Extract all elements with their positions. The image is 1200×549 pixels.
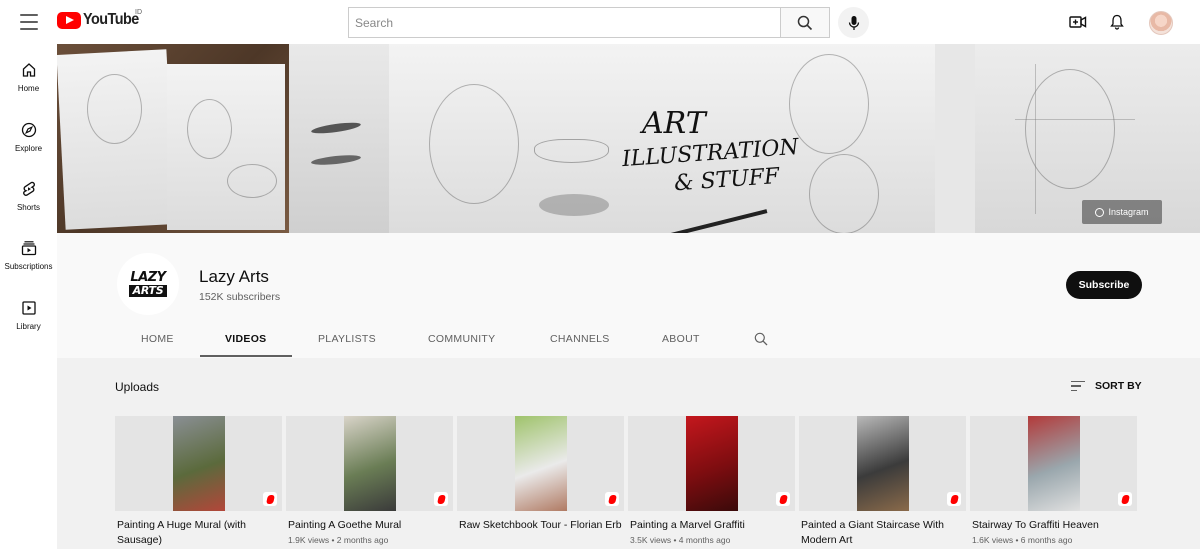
- bell-icon: [1110, 14, 1124, 30]
- video-title[interactable]: Painted a Giant Staircase With Modern Ar…: [799, 518, 966, 548]
- sort-icon: [1071, 380, 1085, 392]
- video-thumbnail[interactable]: [970, 416, 1137, 511]
- microphone-icon: [848, 15, 859, 30]
- notifications-button[interactable]: [1107, 12, 1127, 32]
- banner-eyebrow-panel: [289, 44, 389, 233]
- sort-by-label: SORT BY: [1095, 380, 1142, 392]
- shorts-badge-icon: [1118, 492, 1132, 506]
- instagram-link[interactable]: Instagram: [1082, 200, 1162, 224]
- sidebar-item-label: Subscriptions: [4, 262, 53, 271]
- youtube-play-icon: [57, 11, 81, 29]
- video-title[interactable]: Painting a Marvel Graffiti: [628, 518, 795, 533]
- shorts-badge-icon: [776, 492, 790, 506]
- banner-title-line1: ART: [642, 106, 706, 141]
- tab-about[interactable]: ABOUT: [662, 333, 700, 345]
- video-meta: 1.6K views • 6 months ago: [972, 535, 1073, 545]
- banner-sketch-panel: [57, 44, 289, 233]
- channel-banner: ART ILLUSTRATION & STUFF Instagram: [57, 44, 1200, 233]
- tab-channels[interactable]: CHANNELS: [550, 333, 610, 345]
- instagram-link-label: Instagram: [1108, 207, 1149, 217]
- country-code: ID: [135, 9, 142, 16]
- subscribe-button[interactable]: Subscribe: [1066, 271, 1142, 299]
- sidebar-item-library[interactable]: Library: [0, 300, 57, 331]
- subscriptions-icon: [21, 241, 36, 256]
- video-card[interactable]: Painting A Huge Mural (with Sausage): [115, 416, 282, 548]
- sidebar-item-label: Explore: [14, 144, 43, 153]
- subscriber-count: 152K subscribers: [199, 291, 281, 303]
- sidebar-item-label: Home: [17, 84, 40, 93]
- video-card[interactable]: Painting A Goethe Mural 1.9K views • 2 mo…: [286, 416, 453, 545]
- voice-search-button[interactable]: [838, 7, 869, 38]
- library-icon: [21, 301, 36, 315]
- video-card[interactable]: Painting a Marvel Graffiti 3.5K views • 4…: [628, 416, 795, 545]
- thumbnail-image: [857, 416, 909, 511]
- search-icon: [797, 15, 813, 30]
- compass-icon: [21, 122, 36, 138]
- channel-avatar-top-text: LAZY: [130, 270, 166, 285]
- shorts-badge-icon: [947, 492, 961, 506]
- banner-title-line3: & STUFF: [673, 164, 781, 197]
- tab-videos[interactable]: VIDEOS: [225, 333, 266, 345]
- video-thumbnail[interactable]: [799, 416, 966, 511]
- search-input[interactable]: [349, 8, 780, 37]
- search-button[interactable]: [780, 7, 830, 38]
- active-tab-indicator: [200, 355, 292, 357]
- tab-community[interactable]: COMMUNITY: [428, 333, 495, 345]
- sidebar-item-label: Library: [16, 322, 41, 331]
- thumbnail-image: [1028, 416, 1080, 511]
- video-title[interactable]: Painting A Huge Mural (with Sausage): [115, 518, 282, 548]
- tab-playlists[interactable]: PLAYLISTS: [318, 333, 376, 345]
- globe-icon: [1095, 207, 1105, 217]
- channel-header: LAZY ARTS Lazy Arts 152K subscribers Sub…: [57, 233, 1200, 358]
- create-video-icon: [1069, 16, 1087, 28]
- sidebar-item-home[interactable]: Home: [0, 62, 57, 93]
- channel-avatar-bottom-text: ARTS: [128, 285, 168, 297]
- thumbnail-image: [686, 416, 738, 511]
- shorts-badge-icon: [605, 492, 619, 506]
- section-title: Uploads: [115, 380, 160, 394]
- video-meta: 3.5K views • 4 months ago: [630, 535, 731, 545]
- video-thumbnail[interactable]: [115, 416, 282, 511]
- sidebar-item-subscriptions[interactable]: Subscriptions: [0, 240, 57, 271]
- sort-by-button[interactable]: SORT BY: [1071, 380, 1142, 392]
- menu-icon[interactable]: [20, 14, 38, 30]
- sidebar-item-shorts[interactable]: Shorts: [0, 181, 57, 212]
- shorts-badge-icon: [263, 492, 277, 506]
- search-box: [348, 7, 780, 38]
- thumbnail-image: [344, 416, 396, 511]
- video-title[interactable]: Raw Sketchbook Tour - Florian Erb: [457, 518, 624, 533]
- banner-title: ART ILLUSTRATION & STUFF: [621, 106, 799, 197]
- youtube-logo[interactable]: YouTube ID: [57, 9, 145, 29]
- sidebar: Home Explore Shorts Subscriptions Librar…: [0, 44, 57, 549]
- shorts-icon: [22, 181, 35, 196]
- account-avatar[interactable]: [1149, 11, 1173, 35]
- sidebar-item-label: Shorts: [16, 203, 41, 212]
- video-card[interactable]: Painted a Giant Staircase With Modern Ar…: [799, 416, 966, 548]
- video-thumbnail[interactable]: [457, 416, 624, 511]
- shorts-badge-icon: [434, 492, 448, 506]
- video-thumbnail[interactable]: [286, 416, 453, 511]
- channel-search-icon[interactable]: [754, 332, 768, 346]
- video-thumbnail[interactable]: [628, 416, 795, 511]
- video-meta: 1.9K views • 2 months ago: [288, 535, 389, 545]
- channel-name: Lazy Arts: [199, 267, 269, 286]
- channel-avatar[interactable]: LAZY ARTS: [117, 253, 179, 315]
- top-bar: YouTube ID: [0, 0, 1200, 44]
- video-card[interactable]: Raw Sketchbook Tour - Florian Erb: [457, 416, 624, 533]
- home-icon: [22, 63, 35, 77]
- create-button[interactable]: [1068, 12, 1088, 32]
- logo-text: YouTube: [83, 11, 139, 28]
- video-title[interactable]: Stairway To Graffiti Heaven: [970, 518, 1137, 533]
- uploads-section: Uploads SORT BY Painting A Huge Mural (w…: [57, 358, 1200, 549]
- thumbnail-image: [173, 416, 225, 511]
- thumbnail-image: [515, 416, 567, 511]
- tab-home[interactable]: HOME: [141, 333, 174, 345]
- video-card[interactable]: Stairway To Graffiti Heaven 1.6K views • …: [970, 416, 1137, 545]
- sidebar-item-explore[interactable]: Explore: [0, 122, 57, 153]
- video-title[interactable]: Painting A Goethe Mural: [286, 518, 453, 533]
